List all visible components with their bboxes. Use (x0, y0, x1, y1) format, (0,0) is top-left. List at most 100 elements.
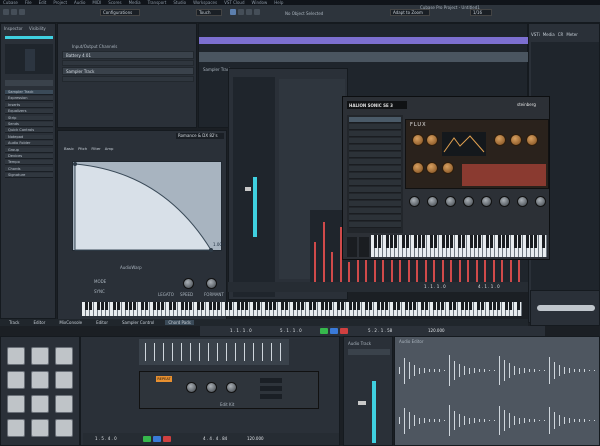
sampler-black-key[interactable] (312, 302, 316, 311)
drum-hit[interactable] (280, 343, 281, 361)
sampler-black-key[interactable] (104, 302, 108, 311)
program-slot[interactable] (349, 131, 401, 137)
qc-knob-2[interactable] (427, 196, 438, 207)
sample-waveform-display[interactable]: 1.00 s (72, 161, 225, 252)
sampler-black-key[interactable] (348, 302, 352, 311)
sampler-black-key[interactable] (264, 302, 268, 311)
halion-black-key[interactable] (401, 235, 405, 249)
sampler-black-key[interactable] (84, 302, 88, 311)
split-tool[interactable] (246, 9, 252, 15)
sampler-black-key[interactable] (152, 302, 156, 311)
sampler-black-key[interactable] (432, 302, 436, 311)
sampler-black-key[interactable] (224, 302, 228, 311)
cutoff-knob[interactable] (494, 134, 506, 146)
pitch-knob[interactable] (426, 134, 438, 146)
track-row[interactable]: Sampler Track (62, 67, 194, 75)
drum-hit[interactable] (262, 343, 263, 361)
drum-pad[interactable] (55, 395, 73, 413)
lower-zone-tab[interactable]: Editor (93, 320, 111, 325)
sampler-black-key[interactable] (364, 302, 368, 311)
halion-black-key[interactable] (541, 235, 545, 249)
drum-hit[interactable] (235, 343, 236, 361)
sampler-black-key[interactable] (308, 302, 312, 311)
sampler-black-key[interactable] (452, 302, 456, 311)
sampler-black-key[interactable] (88, 302, 92, 311)
sampler-black-key[interactable] (252, 302, 256, 311)
inspector-section[interactable]: Signature (5, 173, 53, 179)
audio-fader[interactable] (358, 401, 366, 405)
sampler-black-key[interactable] (504, 302, 508, 311)
quantize-select[interactable]: 1/16 (470, 9, 492, 16)
halion-black-key[interactable] (413, 235, 417, 249)
sampler-black-key[interactable] (440, 302, 444, 311)
halion-black-key[interactable] (477, 235, 481, 249)
inspector-fader[interactable] (5, 80, 53, 86)
drum-pad[interactable] (31, 347, 49, 365)
object-select-tool[interactable] (230, 9, 236, 15)
program-slot[interactable] (349, 215, 401, 221)
sampler-black-key[interactable] (228, 302, 232, 311)
sampler-black-key[interactable] (320, 302, 324, 311)
sampler-black-key[interactable] (480, 302, 484, 311)
channel-fader[interactable] (245, 187, 251, 191)
drum-hit[interactable] (217, 343, 218, 361)
audio-waveform[interactable] (395, 345, 600, 445)
drum-hit[interactable] (199, 343, 200, 361)
drum-hit[interactable] (271, 343, 272, 361)
audio-insert-slot[interactable] (348, 349, 390, 355)
sampler-black-key[interactable] (244, 302, 248, 311)
sampler-black-key[interactable] (392, 302, 396, 311)
sampler-black-key[interactable] (464, 302, 468, 311)
drum-hit[interactable] (145, 343, 146, 361)
inspector-section[interactable]: Sampler Track (5, 90, 53, 95)
drum-hit[interactable] (244, 343, 245, 361)
program-slot[interactable] (349, 152, 401, 158)
undo-button[interactable] (11, 9, 17, 15)
sampler-black-key[interactable] (408, 302, 412, 311)
drum-pad[interactable] (7, 395, 25, 413)
sampler-black-key[interactable] (144, 302, 148, 311)
sampler-black-key[interactable] (356, 302, 360, 311)
mod-knob-3[interactable] (442, 162, 454, 174)
sampler-black-key[interactable] (436, 302, 440, 311)
program-slot[interactable] (349, 180, 401, 186)
program-slot[interactable] (349, 124, 401, 130)
sampler-black-key[interactable] (96, 302, 100, 311)
sampler-black-key[interactable] (404, 302, 408, 311)
qc-knob-7[interactable] (517, 196, 528, 207)
halion-black-key[interactable] (393, 235, 397, 249)
sampler-black-key[interactable] (208, 302, 212, 311)
sampler-black-key[interactable] (236, 302, 240, 311)
program-slot[interactable] (349, 201, 401, 207)
track-row[interactable]: Battery 4 01 (62, 51, 194, 59)
sampler-black-key[interactable] (116, 302, 120, 311)
repeat-field-2[interactable] (260, 386, 282, 391)
env-knob[interactable] (526, 134, 538, 146)
midi-note-bar[interactable] (322, 222, 325, 282)
speed-knob[interactable] (183, 278, 194, 289)
inspector-section[interactable]: Chords (5, 166, 53, 172)
formant-knob[interactable] (206, 278, 217, 289)
drum-hit[interactable] (181, 343, 182, 361)
mod-knob-1[interactable] (412, 162, 424, 174)
sampler-black-key[interactable] (212, 302, 216, 311)
sampler-black-key[interactable] (124, 302, 128, 311)
qc-knob-1[interactable] (409, 196, 420, 207)
automation-mode-select[interactable]: Touch (196, 9, 222, 16)
repeat-field-3[interactable] (260, 394, 282, 399)
midi-part[interactable] (199, 52, 529, 62)
snap-type-select[interactable]: Adapt to Zoom (390, 9, 430, 16)
halion-black-key[interactable] (489, 235, 493, 249)
repeat-velocity-knob[interactable] (226, 382, 237, 393)
repeat-gate-knob[interactable] (206, 382, 217, 393)
sampler-black-key[interactable] (112, 302, 116, 311)
drum-pad[interactable] (7, 419, 25, 437)
program-slot[interactable] (349, 222, 401, 228)
sampler-black-key[interactable] (376, 302, 380, 311)
program-slot[interactable] (349, 173, 401, 179)
sampler-black-key[interactable] (384, 302, 388, 311)
sampler-black-key[interactable] (196, 302, 200, 311)
sampler-black-key[interactable] (496, 302, 500, 311)
sampler-black-key[interactable] (284, 302, 288, 311)
sampler-black-key[interactable] (488, 302, 492, 311)
